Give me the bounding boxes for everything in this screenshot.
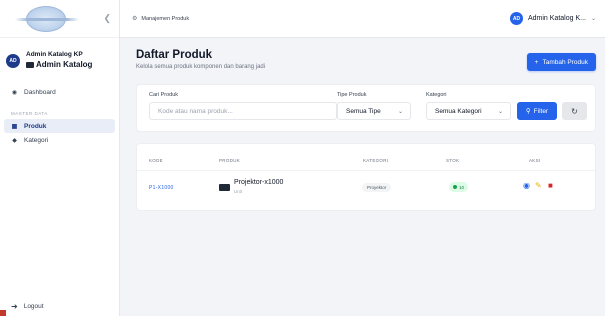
- stock-value: 10: [459, 184, 465, 190]
- filter-button[interactable]: ⚲ Filter: [517, 102, 557, 120]
- logo-area: ❮: [0, 0, 119, 38]
- main-content: Daftar Produk Kelola semua produk kompon…: [120, 38, 605, 316]
- tag-icon: ◆: [12, 137, 17, 144]
- search-icon: ⚲: [525, 108, 531, 115]
- box-icon: ▦: [11, 123, 18, 130]
- avatar: AD: [6, 54, 20, 68]
- role-icon: [26, 61, 34, 68]
- filter-label: Filter: [533, 107, 549, 115]
- sidebar-item-kategori[interactable]: ◆ Kategori: [0, 133, 119, 147]
- category-value: Semua Kategori: [435, 107, 482, 115]
- avatar: AD: [509, 12, 523, 25]
- nav-section-label: MASTER DATA: [11, 110, 48, 116]
- chevron-down-icon: ⌄: [497, 108, 503, 115]
- add-product-button[interactable]: + Tambah Produk: [526, 53, 596, 71]
- view-icon[interactable]: ◉: [523, 181, 530, 190]
- sidebar-item-label: Produk: [24, 122, 47, 130]
- stock-badge: 10: [449, 182, 469, 192]
- gear-icon: ⚙: [132, 16, 138, 22]
- status-dot-icon: [453, 185, 457, 189]
- search-placeholder: Kode atau nama produk...: [158, 107, 233, 115]
- user-role-label: Admin Katalog: [36, 60, 93, 69]
- edit-icon[interactable]: ✎: [535, 181, 542, 190]
- product-table: KODE PRODUK KATEGORI STOK AKSI P1-X1000 …: [136, 143, 596, 211]
- logout-icon: ➜: [11, 302, 18, 311]
- reset-button[interactable]: ↻: [562, 102, 587, 120]
- page-title: Daftar Produk: [136, 49, 213, 61]
- add-product-label: Tambah Produk: [542, 58, 588, 66]
- header-divider: [137, 170, 595, 171]
- column-header-kategori: KATEGORI: [363, 158, 389, 163]
- search-label: Cari Produk: [149, 92, 179, 98]
- user-name: Admin Katalog KP: [26, 51, 83, 58]
- type-select[interactable]: Semua Tipe ⌄: [337, 102, 411, 120]
- product-name: Projektor-x1000: [234, 179, 284, 186]
- sidebar-item-label: Kategori: [24, 136, 49, 144]
- sidebar: ❮ AD Admin Katalog KP Admin Katalog ◉ Da…: [0, 0, 120, 316]
- breadcrumb-label: Manajemen Produk: [141, 15, 190, 22]
- topbar: ⚙ Manajemen Produk AD Admin Katalog K...…: [120, 0, 605, 38]
- chevron-left-icon[interactable]: ❮: [103, 13, 111, 24]
- filter-card: Cari Produk Kode atau nama produk... Tip…: [136, 84, 596, 132]
- gauge-icon: ◉: [11, 89, 18, 96]
- user-card: AD Admin Katalog KP Admin Katalog: [6, 51, 113, 69]
- chevron-down-icon: ⌄: [590, 16, 596, 22]
- column-header-kode: KODE: [149, 158, 163, 163]
- sidebar-item-produk[interactable]: ▦ Produk: [4, 119, 115, 133]
- user-menu[interactable]: AD Admin Katalog K... ⌄: [509, 12, 596, 25]
- logout-button[interactable]: ➜ Logout: [11, 302, 44, 311]
- sidebar-nav: ◉ Dashboard MASTER DATA ▦ Produk ◆ Kateg…: [0, 85, 119, 147]
- type-label: Tipe Produk: [337, 92, 367, 98]
- app-logo: [15, 5, 79, 32]
- product-code-link[interactable]: P1-X1000: [149, 185, 174, 191]
- search-input[interactable]: Kode atau nama produk...: [149, 102, 337, 120]
- category-select[interactable]: Semua Kategori ⌄: [426, 102, 511, 120]
- column-header-aksi: AKSI: [529, 158, 541, 163]
- sidebar-item-label: Dashboard: [24, 88, 56, 96]
- column-header-produk: PRODUK: [219, 158, 241, 163]
- corner-marker: [0, 310, 6, 316]
- type-value: Semua Tipe: [346, 107, 381, 115]
- reset-icon: ↻: [571, 106, 578, 116]
- plus-icon: +: [534, 58, 539, 66]
- user-menu-label: Admin Katalog K...: [527, 15, 586, 22]
- product-unit: Unit: [234, 189, 243, 194]
- category-label: Kategori: [426, 92, 447, 98]
- category-badge: Proyektor: [362, 183, 392, 192]
- breadcrumb: ⚙ Manajemen Produk: [132, 15, 190, 23]
- chevron-down-icon: ⌄: [397, 108, 403, 115]
- sidebar-item-dashboard[interactable]: ◉ Dashboard: [0, 85, 119, 99]
- column-header-stok: STOK: [446, 158, 460, 163]
- logout-label: Logout: [23, 303, 44, 310]
- user-role: Admin Katalog: [26, 60, 92, 69]
- delete-icon[interactable]: ■: [548, 181, 553, 190]
- page-subtitle: Kelola semua produk komponen dan barang …: [136, 64, 266, 70]
- product-thumbnail: [219, 184, 230, 191]
